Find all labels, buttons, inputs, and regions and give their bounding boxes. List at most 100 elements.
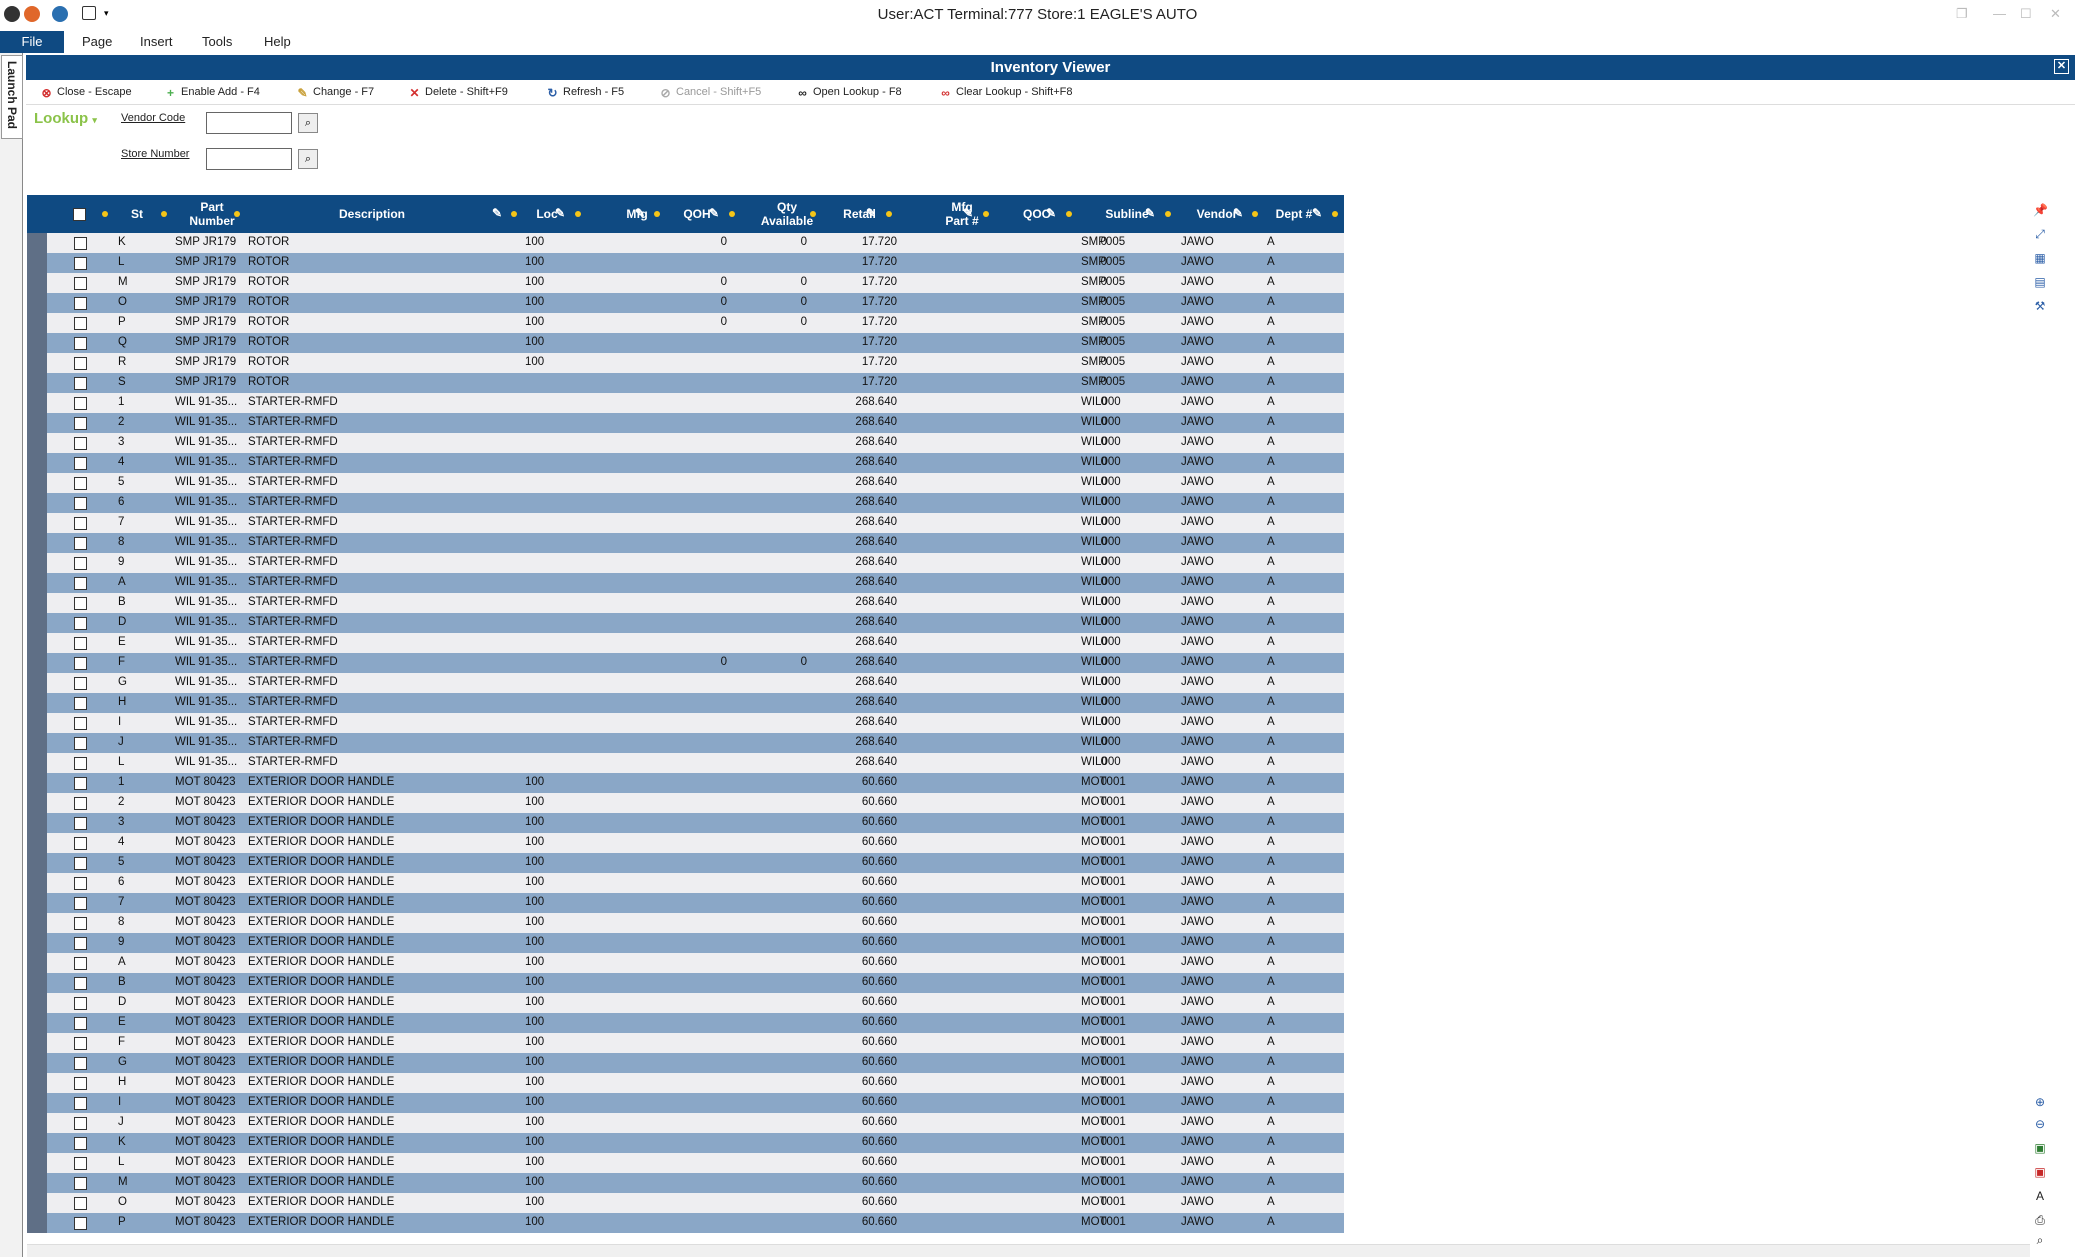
table-row[interactable]: F WIL 91-35... STARTER-RMFD 0 0 268.640 0 WIL00… — [27, 653, 1344, 673]
table-row[interactable]: G WIL 91-35... STARTER-RMFD 268.640 0 WIL000 J… — [27, 673, 1344, 693]
row-checkbox[interactable] — [74, 277, 87, 290]
vendor-code-search-icon[interactable]: ⌕ — [298, 113, 318, 133]
row-checkbox[interactable] — [74, 777, 87, 790]
table-row[interactable]: O SMP JR179 ROTOR 100 0 0 17.720 0 SMP005 JAWO A — [27, 293, 1344, 313]
row-checkbox[interactable] — [74, 737, 87, 750]
table-row[interactable]: K MOT 80423 EXTERIOR DOOR HANDLE 100 60.660 0… — [27, 1133, 1344, 1153]
table-row[interactable]: O MOT 80423 EXTERIOR DOOR HANDLE 100 60.660 0… — [27, 1193, 1344, 1213]
table-row[interactable]: I MOT 80423 EXTERIOR DOOR HANDLE 100 60.660 0… — [27, 1093, 1344, 1113]
row-checkbox[interactable] — [74, 1137, 87, 1150]
open-lookup-button[interactable]: ∞ Open Lookup - F8 — [796, 86, 901, 100]
row-selector[interactable] — [27, 973, 47, 993]
row-selector[interactable] — [27, 1033, 47, 1053]
row-checkbox[interactable] — [74, 337, 87, 350]
filter-dot-icon[interactable] — [1332, 211, 1338, 217]
edit-column-icon[interactable]: ✎ — [866, 206, 880, 220]
table-row[interactable]: A WIL 91-35... STARTER-RMFD 268.640 0 WIL000 J… — [27, 573, 1344, 593]
row-selector[interactable] — [27, 1093, 47, 1113]
table-row[interactable]: 9 WIL 91-35... STARTER-RMFD 268.640 0 WIL000 J… — [27, 553, 1344, 573]
row-selector[interactable] — [27, 1193, 47, 1213]
filter-dot-icon[interactable] — [102, 211, 108, 217]
table-row[interactable]: J MOT 80423 EXTERIOR DOOR HANDLE 100 60.660 0… — [27, 1113, 1344, 1133]
table-row[interactable]: K SMP JR179 ROTOR 100 0 0 17.720 0 SMP005 JAWO A — [27, 233, 1344, 253]
row-selector[interactable] — [27, 813, 47, 833]
row-selector[interactable] — [27, 413, 47, 433]
row-selector[interactable] — [27, 713, 47, 733]
row-selector[interactable] — [27, 273, 47, 293]
row-selector[interactable] — [27, 1113, 47, 1133]
panel-close-icon[interactable]: ✕ — [2054, 59, 2069, 74]
row-selector[interactable] — [27, 393, 47, 413]
filter-dot-icon[interactable] — [729, 211, 735, 217]
table-row[interactable]: L MOT 80423 EXTERIOR DOOR HANDLE 100 60.660 0… — [27, 1153, 1344, 1173]
launch-pad-tab[interactable]: Launch Pad — [1, 55, 23, 139]
row-selector[interactable] — [27, 1073, 47, 1093]
row-checkbox[interactable] — [74, 257, 87, 270]
row-checkbox[interactable] — [74, 917, 87, 930]
table-row[interactable]: 3 WIL 91-35... STARTER-RMFD 268.640 0 WIL000 J… — [27, 433, 1344, 453]
table-row[interactable]: 7 MOT 80423 EXTERIOR DOOR HANDLE 100 60.660 0… — [27, 893, 1344, 913]
row-checkbox[interactable] — [74, 997, 87, 1010]
row-selector[interactable] — [27, 233, 47, 253]
row-checkbox[interactable] — [74, 957, 87, 970]
table-row[interactable]: P MOT 80423 EXTERIOR DOOR HANDLE 100 60.660 0… — [27, 1213, 1344, 1233]
edit-column-icon[interactable]: ✎ — [555, 206, 569, 220]
row-selector[interactable] — [27, 313, 47, 333]
edit-column-icon[interactable]: ✎ — [963, 206, 977, 220]
row-selector[interactable] — [27, 613, 47, 633]
row-checkbox[interactable] — [74, 577, 87, 590]
row-selector[interactable] — [27, 453, 47, 473]
cancel-button[interactable]: ⊘ Cancel - Shift+F5 — [659, 86, 761, 100]
row-selector[interactable] — [27, 993, 47, 1013]
row-selector[interactable] — [27, 533, 47, 553]
row-checkbox[interactable] — [74, 637, 87, 650]
table-row[interactable]: Q SMP JR179 ROTOR 100 17.720 0 SMP005 JAWO A — [27, 333, 1344, 353]
row-selector[interactable] — [27, 513, 47, 533]
table-row[interactable]: F MOT 80423 EXTERIOR DOOR HANDLE 100 60.660 0… — [27, 1033, 1344, 1053]
row-checkbox[interactable] — [74, 297, 87, 310]
row-selector[interactable] — [27, 553, 47, 573]
row-checkbox[interactable] — [74, 1177, 87, 1190]
row-selector[interactable] — [27, 1173, 47, 1193]
row-checkbox[interactable] — [74, 1097, 87, 1110]
table-row[interactable]: L WIL 91-35... STARTER-RMFD 268.640 0 WIL000 J… — [27, 753, 1344, 773]
table-row[interactable]: I WIL 91-35... STARTER-RMFD 268.640 0 WIL000 J… — [27, 713, 1344, 733]
enable-add-button[interactable]: + Enable Add - F4 — [164, 86, 260, 100]
row-selector[interactable] — [27, 633, 47, 653]
row-selector[interactable] — [27, 253, 47, 273]
filter-dot-icon[interactable] — [234, 211, 240, 217]
table-row[interactable]: G MOT 80423 EXTERIOR DOOR HANDLE 100 60.660 0… — [27, 1053, 1344, 1073]
row-selector[interactable] — [27, 593, 47, 613]
row-checkbox[interactable] — [74, 857, 87, 870]
table-row[interactable]: 4 MOT 80423 EXTERIOR DOOR HANDLE 100 60.660 0… — [27, 833, 1344, 853]
table-row[interactable]: 6 WIL 91-35... STARTER-RMFD 268.640 0 WIL000 J… — [27, 493, 1344, 513]
row-checkbox[interactable] — [74, 317, 87, 330]
row-selector[interactable] — [27, 333, 47, 353]
filter-dot-icon[interactable] — [575, 211, 581, 217]
row-checkbox[interactable] — [74, 597, 87, 610]
row-selector[interactable] — [27, 953, 47, 973]
edit-column-icon[interactable]: ✎ — [1145, 206, 1159, 220]
col-qty-available[interactable]: Qty Available — [742, 195, 832, 233]
table-row[interactable]: D MOT 80423 EXTERIOR DOOR HANDLE 100 60.660 0… — [27, 993, 1344, 1013]
clear-lookup-button[interactable]: ∞ Clear Lookup - Shift+F8 — [939, 86, 1072, 100]
row-selector[interactable] — [27, 833, 47, 853]
table-row[interactable]: D WIL 91-35... STARTER-RMFD 268.640 0 WIL000 J… — [27, 613, 1344, 633]
refresh-button[interactable]: ↻ Refresh - F5 — [546, 86, 624, 100]
row-checkbox[interactable] — [74, 837, 87, 850]
row-selector[interactable] — [27, 673, 47, 693]
row-checkbox[interactable] — [74, 377, 87, 390]
vertical-scrollbar[interactable] — [2032, 195, 2044, 1240]
row-checkbox[interactable] — [74, 817, 87, 830]
row-selector[interactable] — [27, 853, 47, 873]
row-checkbox[interactable] — [74, 937, 87, 950]
store-number-search-icon[interactable]: ⌕ — [298, 149, 318, 169]
close-button[interactable]: ⊗ Close - Escape — [40, 86, 131, 100]
row-selector[interactable] — [27, 433, 47, 453]
row-checkbox[interactable] — [74, 397, 87, 410]
menu-insert[interactable]: Insert — [140, 34, 173, 49]
row-selector[interactable] — [27, 653, 47, 673]
filter-dot-icon[interactable] — [161, 211, 167, 217]
row-selector[interactable] — [27, 1013, 47, 1033]
minimize-icon[interactable]: — — [1993, 6, 2006, 21]
